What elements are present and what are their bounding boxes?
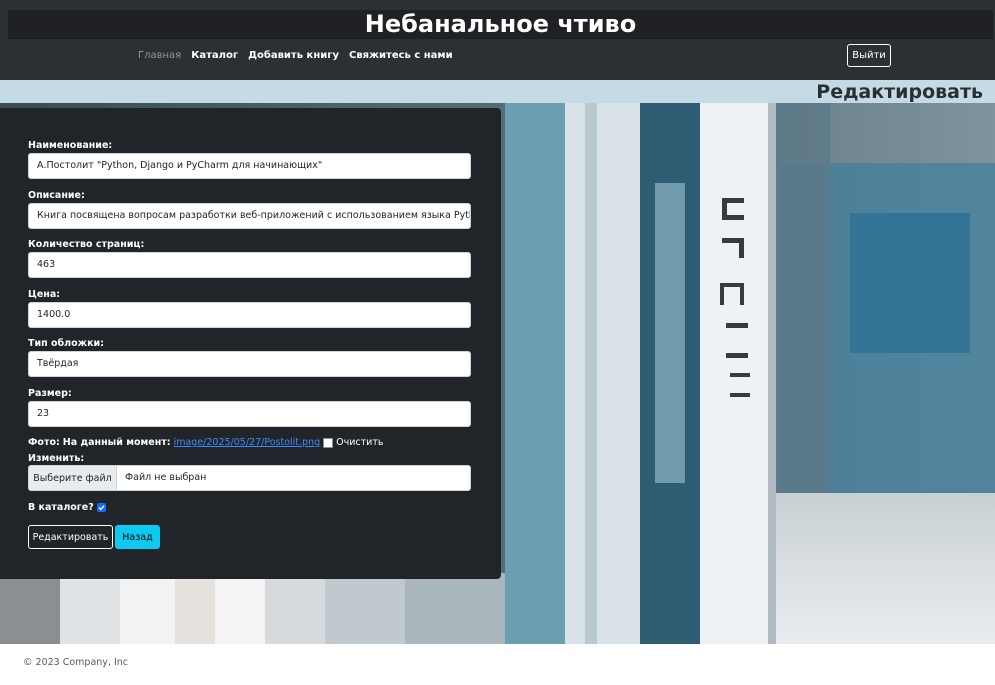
title-input[interactable]: А.Постолит "Python, Django и PyCharm для… — [28, 153, 471, 179]
price-input[interactable]: 1400.0 — [28, 302, 471, 328]
logout-button[interactable]: Выйти — [847, 44, 891, 67]
title-bar: Небанальное чтиво — [8, 10, 993, 39]
photo-current-link[interactable]: image/2025/05/27/Postolit.png — [174, 437, 321, 448]
photo-label: Фото: — [28, 437, 60, 448]
price-label: Цена: — [28, 289, 61, 300]
choose-file-button[interactable]: Выберите файл — [29, 466, 117, 490]
main-nav: Главная Каталог Добавить книгу Свяжитесь… — [138, 50, 453, 66]
edit-submit-button[interactable]: Редактировать — [28, 525, 113, 549]
size-label: Размер: — [28, 388, 72, 399]
nav-link-contact[interactable]: Свяжитесь с нами — [349, 50, 453, 66]
back-button[interactable]: Назад — [115, 525, 160, 549]
description-input[interactable]: Книга посвящена вопросам разработки веб-… — [28, 203, 471, 229]
photo-current-line: Фото: На данный момент: image/2025/05/27… — [28, 437, 383, 448]
site-header: Небанальное чтиво Главная Каталог Добави… — [0, 0, 995, 80]
cover-type-input[interactable]: Твёрдая — [28, 351, 471, 377]
in-catalog-row: В каталоге? — [28, 502, 106, 513]
title-label: Наименование: — [28, 140, 113, 151]
pages-input[interactable]: 463 — [28, 252, 471, 278]
nav-link-add-book[interactable]: Добавить книгу — [248, 50, 339, 66]
footer-copyright: © 2023 Company, Inc — [23, 657, 128, 668]
clear-photo-label: Очистить — [336, 437, 384, 448]
clear-photo-checkbox[interactable] — [323, 437, 334, 448]
page-title: Редактировать — [816, 81, 983, 103]
pages-label: Количество страниц: — [28, 239, 145, 250]
photo-current-text: На данный момент: — [62, 437, 171, 448]
description-label: Описание: — [28, 190, 85, 201]
nav-link-catalog[interactable]: Каталог — [191, 50, 238, 66]
photo-change-label: Изменить: — [28, 453, 85, 464]
heading-strip: Редактировать — [0, 80, 995, 103]
file-status-text: Файл не выбран — [125, 472, 207, 483]
nav-link-home[interactable]: Главная — [138, 50, 181, 66]
site-title: Небанальное чтиво — [364, 10, 637, 38]
in-catalog-label: В каталоге? — [28, 502, 94, 513]
checkmark-icon — [98, 505, 105, 511]
size-input[interactable]: 23 — [28, 401, 471, 427]
cover-type-label: Тип обложки: — [28, 338, 105, 349]
footer: © 2023 Company, Inc — [0, 644, 995, 685]
in-catalog-checkbox[interactable] — [96, 503, 106, 512]
photo-file-input[interactable]: Выберите файл Файл не выбран — [28, 465, 471, 491]
